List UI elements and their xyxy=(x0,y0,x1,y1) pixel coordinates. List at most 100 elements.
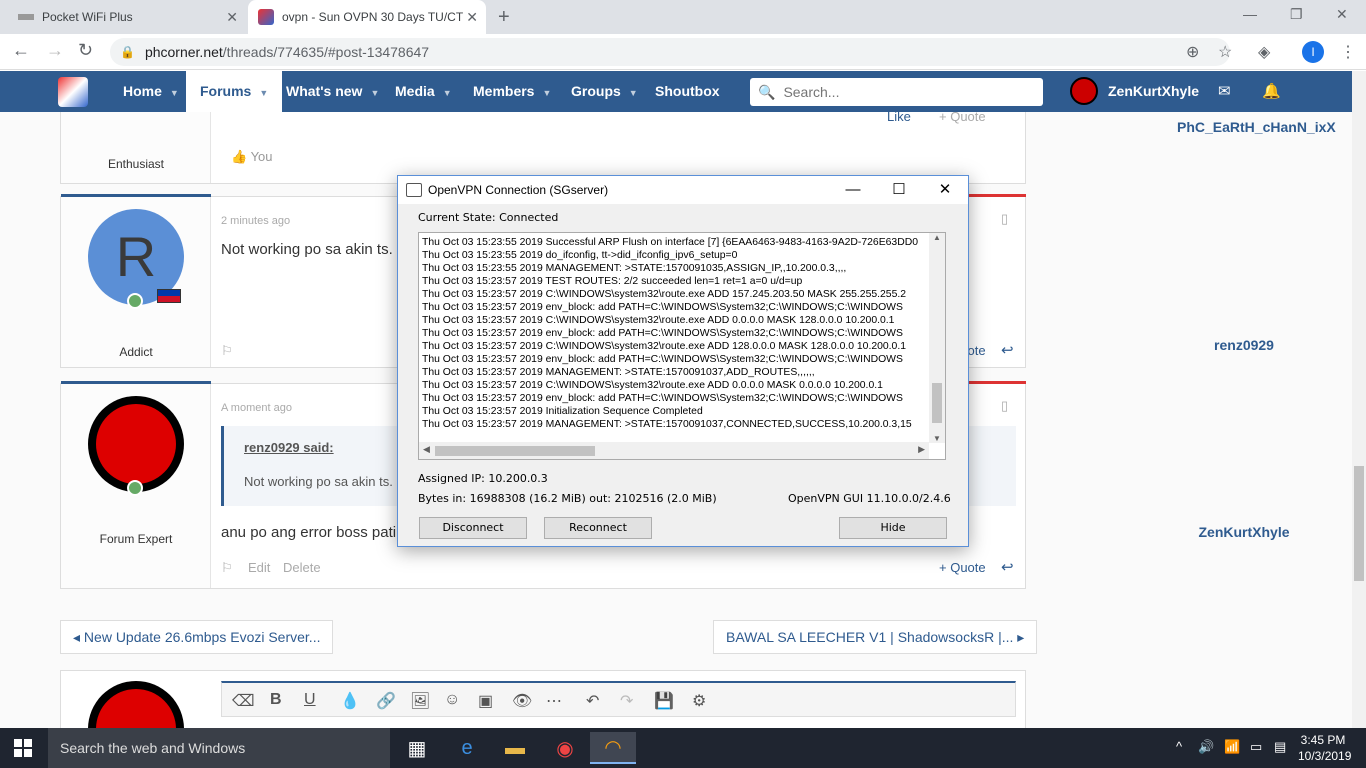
url-host: phcorner.net xyxy=(144,44,223,60)
avatar[interactable] xyxy=(88,396,184,492)
star-icon[interactable]: ☆ xyxy=(1218,42,1232,62)
save-draft-icon[interactable]: 💾 xyxy=(654,691,674,711)
battery-icon[interactable]: ▭ xyxy=(1250,739,1262,755)
more-icon[interactable]: ⋯ xyxy=(546,691,562,711)
bell-icon[interactable]: 🔔 xyxy=(1262,82,1281,100)
underline-icon[interactable]: U xyxy=(304,691,316,709)
color-icon[interactable]: 💧 xyxy=(340,691,360,711)
post-username[interactable]: PhC_EaRtH_cHanN_ixX xyxy=(1169,117,1336,137)
quote-button[interactable]: + Quote xyxy=(939,112,986,124)
edge-icon[interactable]: e xyxy=(444,732,490,764)
image-icon[interactable]: 🖼 xyxy=(410,691,430,711)
reply-icon[interactable]: ↩ xyxy=(1001,341,1014,359)
undo-icon[interactable]: ↶ xyxy=(586,691,599,711)
post-time[interactable]: A moment ago xyxy=(221,402,292,414)
forward-icon[interactable]: → xyxy=(46,40,64,61)
search-input[interactable] xyxy=(783,84,1024,100)
media-icon[interactable]: ▣ xyxy=(478,691,493,711)
profile-avatar[interactable]: I xyxy=(1302,41,1324,63)
bold-icon[interactable]: B xyxy=(270,691,282,709)
spoiler-icon[interactable]: 👁 xyxy=(512,691,532,711)
dialog-titlebar[interactable]: OpenVPN Connection (SGserver) — ☐ ✕ xyxy=(398,176,968,204)
task-view-icon[interactable]: ▦ xyxy=(394,732,440,764)
windows-start-icon[interactable] xyxy=(14,739,32,757)
reply-icon[interactable]: ↩ xyxy=(1001,558,1014,576)
scrollbar-thumb[interactable] xyxy=(435,446,595,456)
delete-button[interactable]: Delete xyxy=(283,560,321,575)
post-time[interactable]: 2 minutes ago xyxy=(221,215,290,227)
chevron-up-icon[interactable]: ^ xyxy=(1176,739,1182,754)
hide-button[interactable]: Hide xyxy=(839,517,947,539)
flag-icon[interactable]: ⚐ xyxy=(221,343,233,359)
log-textbox[interactable]: Thu Oct 03 15:23:55 2019 Successful ARP … xyxy=(418,232,946,460)
redo-icon[interactable]: ↷ xyxy=(620,691,633,711)
message-icon[interactable]: ▤ xyxy=(1274,739,1286,755)
tab-pocket-wifi[interactable]: Pocket WiFi Plus ✕ xyxy=(8,0,246,34)
new-tab-button[interactable]: + xyxy=(498,6,510,29)
nav-media[interactable]: Media ▼ xyxy=(395,71,452,112)
like-button[interactable]: Like xyxy=(887,112,911,124)
file-explorer-icon[interactable]: ▬ xyxy=(492,732,538,764)
close-icon[interactable]: ✕ xyxy=(922,176,968,204)
bookmark-icon[interactable]: ▯ xyxy=(1001,211,1008,227)
chrome-icon[interactable]: ◉ xyxy=(542,732,588,764)
log-hscrollbar[interactable]: ◀ ▶ xyxy=(419,442,929,459)
reconnect-button[interactable]: Reconnect xyxy=(544,517,652,539)
prev-thread-link[interactable]: ◂ New Update 26.6mbps Evozi Server... xyxy=(60,620,334,654)
openvpn-icon[interactable]: ◠ xyxy=(590,732,636,764)
site-logo[interactable] xyxy=(58,77,88,107)
minimize-icon[interactable]: — xyxy=(830,176,876,204)
nav-home[interactable]: Home ▼ xyxy=(123,71,179,112)
quoted-user[interactable]: renz0929 said: xyxy=(244,440,334,455)
smilie-icon[interactable]: ☺ xyxy=(444,691,460,709)
nav-groups[interactable]: Groups ▼ xyxy=(571,71,638,112)
gear-icon[interactable]: ⚙ xyxy=(692,691,706,711)
chevron-left-icon[interactable]: ◀ xyxy=(423,444,430,455)
menu-icon[interactable]: ⋮ xyxy=(1340,42,1356,62)
disconnect-button[interactable]: Disconnect xyxy=(419,517,527,539)
add-icon[interactable]: ⊕ xyxy=(1186,42,1199,62)
bookmark-icon[interactable]: ▯ xyxy=(1001,398,1008,414)
scrollbar-thumb[interactable] xyxy=(1354,466,1364,581)
taskbar-search[interactable]: Search the web and Windows xyxy=(48,728,390,768)
thumbs-up-icon: 👍 xyxy=(231,149,248,164)
volume-icon[interactable]: 🔊 xyxy=(1198,739,1214,755)
close-icon[interactable]: ✕ xyxy=(226,9,238,26)
inbox-icon[interactable]: ✉ xyxy=(1218,82,1231,100)
link-icon[interactable]: 🔗 xyxy=(376,691,396,711)
next-thread-link[interactable]: BAWAL SA LEECHER V1 | ShadowsocksR |... … xyxy=(713,620,1038,654)
back-icon[interactable]: ← xyxy=(12,40,30,61)
log-line: Thu Oct 03 15:23:57 2019 C:\WINDOWS\syst… xyxy=(422,380,883,391)
tab-ovpn[interactable]: ovpn - Sun OVPN 30 Days TU/CT ✕ xyxy=(248,0,486,34)
site-search[interactable]: 🔍 xyxy=(750,78,1043,106)
eraser-icon[interactable]: ⌫ xyxy=(232,691,255,711)
maximize-icon[interactable]: ☐ xyxy=(876,176,922,204)
nav-whats-new[interactable]: What's new ▼ xyxy=(286,71,379,112)
current-username[interactable]: ZenKurtXhyle xyxy=(1108,71,1199,112)
flag-icon[interactable]: ⚐ xyxy=(221,560,233,576)
post-username[interactable]: renz0929 xyxy=(1169,325,1319,366)
taskbar-clock[interactable]: 3:45 PM 10/3/2019 xyxy=(1298,732,1352,764)
post-username[interactable]: ZenKurtXhyle xyxy=(1169,512,1319,553)
chevron-left-icon: ◂ xyxy=(73,629,81,645)
scrollbar-thumb[interactable] xyxy=(932,383,942,423)
reload-icon[interactable]: ↻ xyxy=(78,40,93,61)
quote-button[interactable]: + Quote xyxy=(939,560,986,575)
wifi-icon[interactable]: 📶 xyxy=(1224,739,1240,755)
page-scrollbar[interactable] xyxy=(1352,71,1366,728)
chevron-right-icon[interactable]: ▶ xyxy=(918,444,925,455)
restore-icon[interactable]: ❐ xyxy=(1290,6,1303,23)
log-vscrollbar[interactable]: ▲ ▼ xyxy=(929,233,945,443)
post-message: Not working po sa akin ts. xyxy=(221,241,393,258)
nav-shoutbox[interactable]: Shoutbox xyxy=(655,71,720,112)
close-window-icon[interactable]: ✕ xyxy=(1336,6,1348,23)
address-bar[interactable]: 🔒 phcorner.net/threads/774635/#post-1347… xyxy=(110,38,1230,66)
edit-button[interactable]: Edit xyxy=(248,560,270,575)
nav-members[interactable]: Members ▼ xyxy=(473,71,551,112)
nav-forums[interactable]: Forums ▼ xyxy=(186,71,283,112)
minimize-icon[interactable]: — xyxy=(1243,6,1257,22)
avatar[interactable] xyxy=(1070,77,1098,105)
close-icon[interactable]: ✕ xyxy=(466,9,478,26)
clock-date: 10/3/2019 xyxy=(1298,749,1352,763)
extension-icon[interactable]: ◈ xyxy=(1258,42,1270,62)
